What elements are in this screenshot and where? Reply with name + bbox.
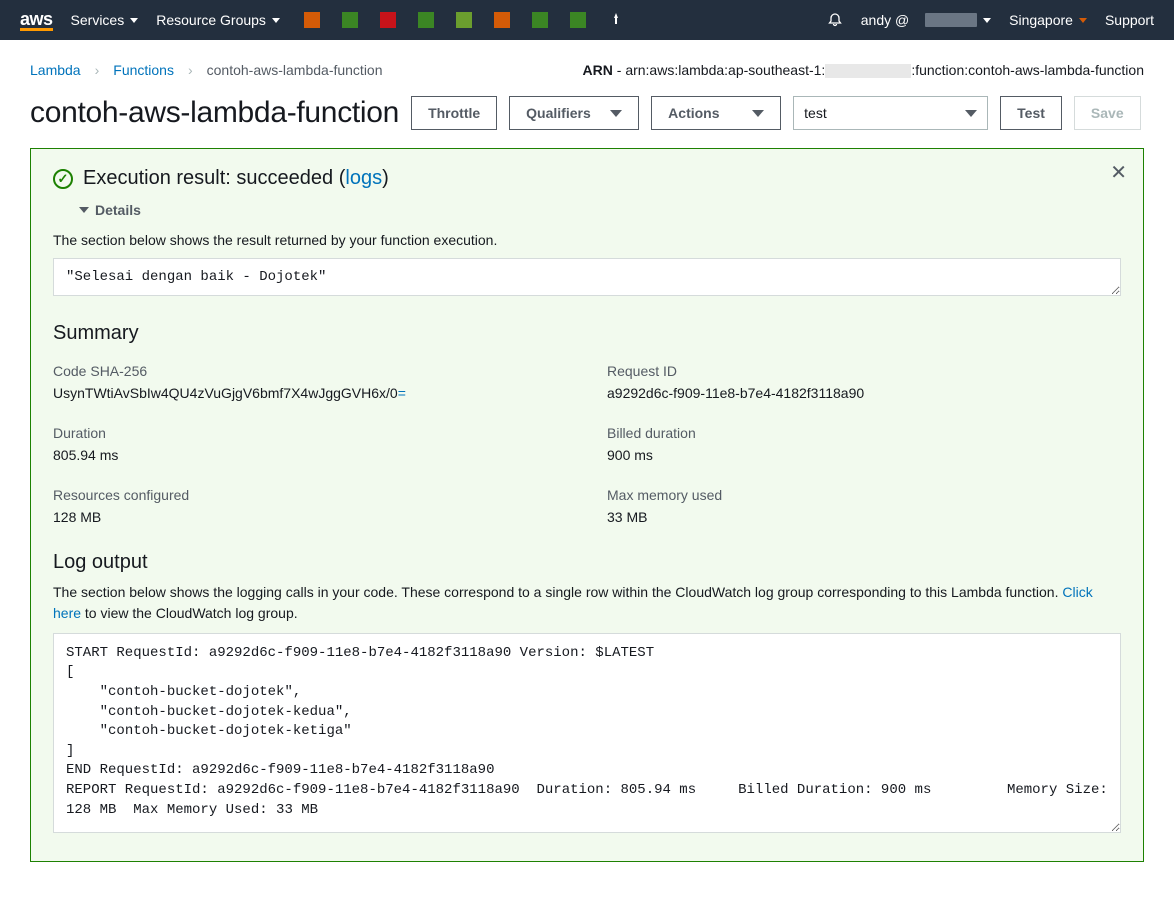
breadcrumb-current: contoh-aws-lambda-function [207,62,383,78]
test-button[interactable]: Test [1000,96,1062,130]
service-icon[interactable] [456,12,472,28]
caret-down-icon [1079,18,1087,23]
summary-grid: Code SHA-256UsynTWtiAvSbIw4QU4zVuGjgV6bm… [53,363,1121,525]
pin-icon[interactable] [608,12,624,28]
service-icon[interactable] [380,12,396,28]
top-navbar: aws Services Resource Groups andy @ Sing… [0,0,1174,40]
support-menu[interactable]: Support [1105,12,1154,28]
log-output-heading: Log output [53,551,1121,574]
execution-result-panel: ✕ ✓ Execution result: succeeded (logs) D… [30,148,1144,862]
caret-down-icon [130,18,138,23]
service-shortcut-icons [304,12,624,28]
caret-down-icon [752,110,764,117]
result-header: ✓ Execution result: succeeded (logs) [53,167,1121,190]
account-id-mask [925,13,977,27]
caret-down-icon [983,18,991,23]
result-description: The section below shows the result retur… [53,232,1121,248]
resource-groups-menu[interactable]: Resource Groups [156,12,280,28]
arn-display: ARN - arn:aws:lambda:ap-southeast-1::fun… [583,62,1144,78]
caret-down-icon [610,110,622,117]
summary-item-request-id: Request IDa9292d6c-f909-11e8-b7e4-4182f3… [607,363,1121,401]
logs-link[interactable]: logs [345,167,382,189]
account-id-mask [825,64,911,78]
chevron-right-icon: › [95,62,100,78]
service-icon[interactable] [494,12,510,28]
actions-dropdown[interactable]: Actions [651,96,781,130]
summary-item-billed-duration: Billed duration900 ms [607,425,1121,463]
page-title: contoh-aws-lambda-function [30,96,399,130]
summary-item-max-memory: Max memory used33 MB [607,487,1121,525]
bell-icon[interactable] [827,12,843,28]
service-icon[interactable] [418,12,434,28]
save-button: Save [1074,96,1141,130]
aws-logo[interactable]: aws [20,10,53,31]
details-toggle[interactable]: Details [79,202,1121,218]
breadcrumb-lambda[interactable]: Lambda [30,62,81,78]
throttle-button[interactable]: Throttle [411,96,497,130]
caret-down-icon [272,18,280,23]
caret-down-icon [79,207,89,213]
summary-item-sha: Code SHA-256UsynTWtiAvSbIw4QU4zVuGjgV6bm… [53,363,567,401]
return-value-box[interactable]: "Selesai dengan baik - Dojotek" [53,258,1121,296]
caret-down-icon [965,110,977,117]
region-menu[interactable]: Singapore [1009,12,1087,28]
service-icon[interactable] [304,12,320,28]
summary-heading: Summary [53,322,1121,345]
service-icon[interactable] [342,12,358,28]
success-icon: ✓ [53,169,73,189]
result-header-text: Execution result: succeeded ( [83,167,345,189]
qualifiers-dropdown[interactable]: Qualifiers [509,96,639,130]
chevron-right-icon: › [188,62,193,78]
service-icon[interactable] [570,12,586,28]
services-menu[interactable]: Services [71,12,139,28]
log-description: The section below shows the logging call… [53,582,1121,623]
service-icon[interactable] [532,12,548,28]
breadcrumb: Lambda › Functions › contoh-aws-lambda-f… [30,62,383,78]
breadcrumb-functions[interactable]: Functions [113,62,174,78]
account-menu[interactable]: andy @ [861,12,991,28]
test-event-select[interactable]: test [793,96,988,130]
close-icon[interactable]: ✕ [1110,163,1127,183]
summary-item-resources: Resources configured128 MB [53,487,567,525]
summary-item-duration: Duration805.94 ms [53,425,567,463]
log-output-box[interactable]: START RequestId: a9292d6c-f909-11e8-b7e4… [53,633,1121,833]
